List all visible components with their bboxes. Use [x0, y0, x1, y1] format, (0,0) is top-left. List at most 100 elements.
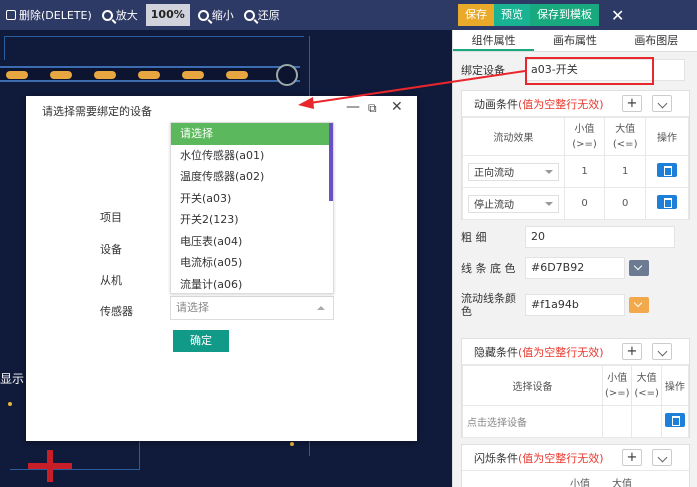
collapse-hide-button[interactable] [652, 343, 672, 360]
flash-section: 闪烁条件 (值为空整行无效) + 小值 大值 [461, 444, 690, 487]
highlight-box [525, 57, 654, 85]
red-cross-component[interactable] [28, 450, 72, 482]
slave-label: 从机 [100, 274, 122, 287]
table-row: 正向流动 1 1 [462, 155, 689, 188]
confirm-button[interactable]: 确定 [173, 330, 229, 352]
flash-header: 闪烁条件 (值为空整行无效) + [462, 445, 689, 471]
dropdown-option[interactable]: 流量计(a06) [171, 274, 333, 294]
flow-dash [6, 71, 28, 79]
property-panel: 组件属性 画布属性 画布图层 绑定设备 a03-开关 动画条件 (值为空整行无效)… [452, 30, 697, 487]
sensor-select[interactable]: 请选择 [170, 296, 334, 320]
add-animation-button[interactable]: + [622, 95, 642, 112]
col-min: 小值 (>=) [602, 365, 633, 406]
canvas-dot [290, 442, 294, 446]
col-min-hint: (>=) [605, 387, 630, 399]
flow-dash [138, 71, 160, 79]
min-value[interactable] [602, 405, 633, 438]
dropdown-option[interactable]: 电压表(a04) [171, 231, 333, 253]
minimize-icon[interactable]: — [346, 99, 360, 115]
table-row: 点击选择设备 [461, 405, 690, 438]
caret-up-icon [317, 306, 325, 310]
pipe-end-handle[interactable] [276, 64, 298, 86]
animation-warning: (值为空整行无效) [518, 97, 604, 111]
hide-title: 隐藏条件 [474, 345, 518, 359]
col-max-hint: (<=) [612, 138, 638, 150]
table-row: 停止流动 0 0 [462, 187, 689, 220]
animation-table: 流动效果 小值 (>=) 大值 (<=) 操作 正向流动 1 1 停止流动 0 0 [462, 117, 689, 220]
item-label: 项目 [100, 211, 122, 224]
cross-bar [47, 450, 53, 482]
preview-button[interactable]: 预览 [494, 4, 530, 26]
right-toolbar: 保存 预览 保存到模板 ✕ [452, 0, 697, 30]
col-max: 大值 (<=) [604, 117, 647, 156]
dropdown-scrollbar[interactable] [329, 123, 333, 201]
maximize-icon[interactable]: ⧉ [368, 101, 377, 116]
zoom-out-button[interactable]: 缩小 [196, 4, 236, 26]
zoom-in-label: 放大 [115, 9, 138, 22]
col-min-label: 小值 [574, 123, 595, 135]
add-hide-button[interactable]: + [622, 343, 642, 360]
col-max-label: 大值 [636, 372, 657, 384]
caret-down-icon [544, 201, 553, 206]
col-device: 选择设备 [461, 365, 604, 406]
save-button[interactable]: 保存 [458, 4, 494, 26]
sensor-label: 传感器 [100, 305, 133, 318]
close-icon[interactable]: ✕ [391, 99, 403, 115]
max-value[interactable]: 1 [604, 155, 647, 188]
col-op: 操作 [645, 117, 689, 156]
bind-device-dialog: 请选择需要绑定的设备 — ⧉ ✕ 项目 设备 从机 传感器 请选择 确定 请选择… [26, 96, 417, 441]
effect-value: 正向流动 [474, 168, 515, 179]
thickness-input[interactable]: 20 [525, 226, 675, 248]
min-value[interactable]: 1 [563, 155, 606, 188]
editor-toolbar: 删除(DELETE) 放大 100% 缩小 还原 [0, 0, 452, 30]
delete-button[interactable]: 删除(DELETE) [4, 4, 94, 26]
animation-header: 动画条件 (值为空整行无效) + [462, 91, 689, 117]
dropdown-option[interactable]: 温度传感器(a02) [171, 166, 333, 188]
collapse-flash-button[interactable] [652, 449, 672, 466]
dropdown-option[interactable]: 电流标(a05) [171, 252, 333, 274]
max-value[interactable] [631, 405, 662, 438]
zoom-in-icon [101, 9, 113, 21]
delete-icon [6, 10, 16, 20]
delete-label: 删除(DELETE) [19, 9, 92, 22]
caret-down-icon [544, 169, 553, 174]
save-template-button[interactable]: 保存到模板 [530, 4, 599, 26]
flow-dash [226, 71, 248, 79]
tab-canvas-properties[interactable]: 画布属性 [534, 30, 615, 51]
delete-row-button[interactable] [657, 163, 678, 177]
col-op: 操作 [660, 365, 690, 406]
chevron-down-icon [657, 98, 667, 109]
flow-dash [50, 71, 72, 79]
canvas-partial-text: 显示 [0, 372, 25, 386]
flash-max-label: 大值 [612, 479, 632, 487]
zoom-in-button[interactable]: 放大 [100, 4, 140, 26]
add-flash-button[interactable]: + [622, 449, 642, 466]
delete-row-button[interactable] [657, 195, 678, 209]
min-value[interactable]: 0 [563, 187, 606, 220]
thickness-row: 粗 细 20 [453, 226, 697, 248]
bind-device-label: 绑定设备 [461, 64, 505, 77]
line-bg-color-picker[interactable] [629, 260, 649, 276]
effect-select[interactable]: 正向流动 [468, 162, 559, 181]
col-max-hint: (<=) [634, 387, 659, 399]
col-effect: 流动效果 [462, 117, 565, 156]
flow-pipe-component[interactable] [0, 66, 300, 82]
tab-component-properties[interactable]: 组件属性 [453, 30, 535, 51]
max-value[interactable]: 0 [604, 187, 647, 220]
dropdown-option[interactable]: 开关2(123) [171, 209, 333, 231]
restore-button[interactable]: 还原 [242, 4, 282, 26]
col-max: 大值 (<=) [631, 365, 662, 406]
select-device-input[interactable]: 点击选择设备 [467, 418, 527, 429]
dropdown-option[interactable]: 请选择 [171, 123, 333, 145]
flow-color-input[interactable]: #f1a94b [525, 294, 625, 316]
flow-color-picker[interactable] [629, 297, 649, 313]
close-icon[interactable]: ✕ [611, 6, 624, 25]
hide-table: 选择设备 小值 (>=) 大值 (<=) 操作 点击选择设备 [461, 365, 690, 438]
effect-select[interactable]: 停止流动 [468, 194, 559, 213]
delete-row-button[interactable] [664, 413, 685, 427]
tab-canvas-layers[interactable]: 画布图层 [616, 30, 697, 51]
line-bg-color-input[interactable]: #6D7B92 [525, 257, 625, 279]
dropdown-option[interactable]: 开关(a03) [171, 188, 333, 210]
dropdown-option[interactable]: 水位传感器(a01) [171, 145, 333, 167]
collapse-animation-button[interactable] [652, 95, 672, 112]
